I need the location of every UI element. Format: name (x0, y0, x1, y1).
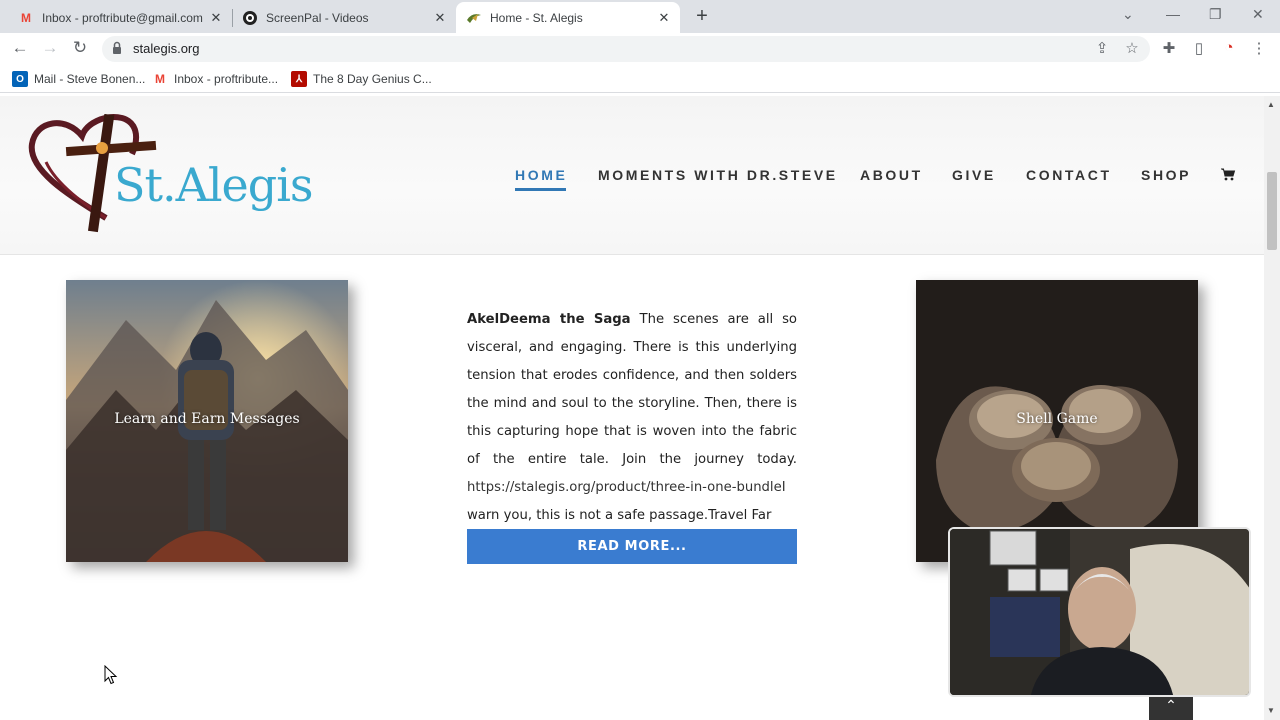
learn-earn-card[interactable]: Learn and Earn Messages (66, 280, 348, 562)
bookmark-inbox[interactable]: M Inbox - proftribute... (152, 71, 278, 87)
bookmark-label: Mail - Steve Bonen... (34, 72, 146, 86)
mouse-cursor-icon (104, 665, 118, 685)
address-bar[interactable]: stalegis.org (102, 36, 1150, 62)
scroll-up-icon[interactable]: ▲ (1267, 100, 1275, 109)
restore-icon[interactable]: ❐ (1209, 6, 1222, 23)
bookmarks-bar: O Mail - Steve Bonen... M Inbox - proftr… (0, 65, 1280, 93)
tab-title: ScreenPal - Videos (266, 10, 369, 25)
tab-title: Inbox - proftribute@gmail.com - (42, 10, 206, 25)
site-header: St.Alegis HOME MOMENTS WITH DR.STEVE ABO… (0, 96, 1264, 255)
nav-shop[interactable]: SHOP (1141, 167, 1191, 183)
url-text: stalegis.org (133, 41, 200, 56)
read-more-button[interactable]: READ MORE... (467, 529, 797, 564)
close-tab-icon[interactable]: ✕ (430, 10, 450, 26)
share-icon[interactable]: ⇪ (1092, 39, 1112, 57)
scroll-down-icon[interactable]: ▼ (1267, 706, 1275, 715)
bookmark-star-icon[interactable]: ☆ (1122, 39, 1142, 57)
nav-contact[interactable]: CONTACT (1026, 167, 1112, 183)
tab-screenpal[interactable]: ScreenPal - Videos ✕ (224, 2, 456, 33)
gmail-icon: M (21, 10, 31, 25)
close-window-icon[interactable]: ✕ (1252, 6, 1264, 23)
tab-strip: M Inbox - proftribute@gmail.com - ✕ Scre… (0, 0, 1280, 33)
nav-active-indicator (515, 188, 566, 191)
lock-icon (113, 41, 121, 54)
page-scrollbar[interactable]: ▲ ▼ (1264, 96, 1280, 720)
cart-icon[interactable] (1220, 166, 1236, 182)
tab-gmail-inbox[interactable]: M Inbox - proftribute@gmail.com - ✕ (0, 2, 232, 33)
gmail-icon: M (155, 72, 165, 86)
screenpal-icon (242, 10, 258, 26)
side-panel-icon[interactable]: ▯ (1189, 39, 1209, 57)
nav-give[interactable]: GIVE (952, 167, 996, 183)
tab-search-icon[interactable]: ⌄ (1122, 6, 1134, 23)
close-tab-icon[interactable]: ✕ (206, 10, 226, 26)
site-logo[interactable]: St.Alegis (26, 113, 326, 236)
shell-game-card[interactable]: Shell Game (916, 280, 1198, 562)
description-tail: warn you, this is not a safe passage.Tra… (467, 508, 772, 523)
nav-about[interactable]: ABOUT (860, 167, 923, 183)
close-tab-icon[interactable]: ✕ (654, 10, 674, 26)
st-alegis-icon (466, 10, 482, 26)
webcam-overlay (948, 527, 1251, 697)
reload-icon[interactable]: ↻ (70, 38, 90, 58)
product-description: AkelDeema the Saga The scenes are all so… (467, 306, 797, 530)
chevron-up-icon: ⌃ (1165, 697, 1177, 713)
card-label: Learn and Earn Messages (114, 411, 300, 427)
profile-icon[interactable]: ◔ (1219, 39, 1239, 56)
new-tab-button[interactable]: + (692, 5, 712, 28)
nav-moments[interactable]: MOMENTS WITH DR.STEVE (598, 167, 838, 183)
webcam-video (950, 529, 1249, 695)
product-link[interactable]: https://stalegis.org/product/three-in-on… (467, 480, 786, 495)
tab-st-alegis[interactable]: Home - St. Alegis ✕ (456, 2, 680, 33)
description-body: The scenes are all so visceral, and enga… (467, 312, 798, 467)
forward-icon[interactable]: → (40, 38, 60, 58)
bookmark-label: The 8 Day Genius C... (313, 72, 432, 86)
nav-home[interactable]: HOME (515, 167, 567, 183)
bookmark-mail[interactable]: O Mail - Steve Bonen... (12, 71, 145, 87)
product-title: AkelDeema the Saga (467, 312, 631, 327)
extensions-icon[interactable]: ✚ (1159, 39, 1179, 57)
back-icon[interactable]: ← (10, 38, 30, 58)
browser-toolbar: ← → ↻ stalegis.org ⇪ ☆ ✚ ▯ ◔ ⋮ (0, 33, 1280, 65)
tab-title: Home - St. Alegis (490, 10, 583, 25)
menu-icon[interactable]: ⋮ (1249, 39, 1269, 57)
minimize-icon[interactable]: — (1166, 6, 1180, 22)
card-label: Shell Game (1016, 411, 1098, 427)
bookmark-genius[interactable]: ⅄ The 8 Day Genius C... (291, 71, 432, 87)
logo-text: St.Alegis (114, 158, 314, 212)
bookmark-label: Inbox - proftribute... (174, 72, 279, 86)
scroll-thumb[interactable] (1267, 172, 1277, 250)
pdf-icon: ⅄ (291, 71, 307, 87)
outlook-icon: O (12, 71, 28, 87)
